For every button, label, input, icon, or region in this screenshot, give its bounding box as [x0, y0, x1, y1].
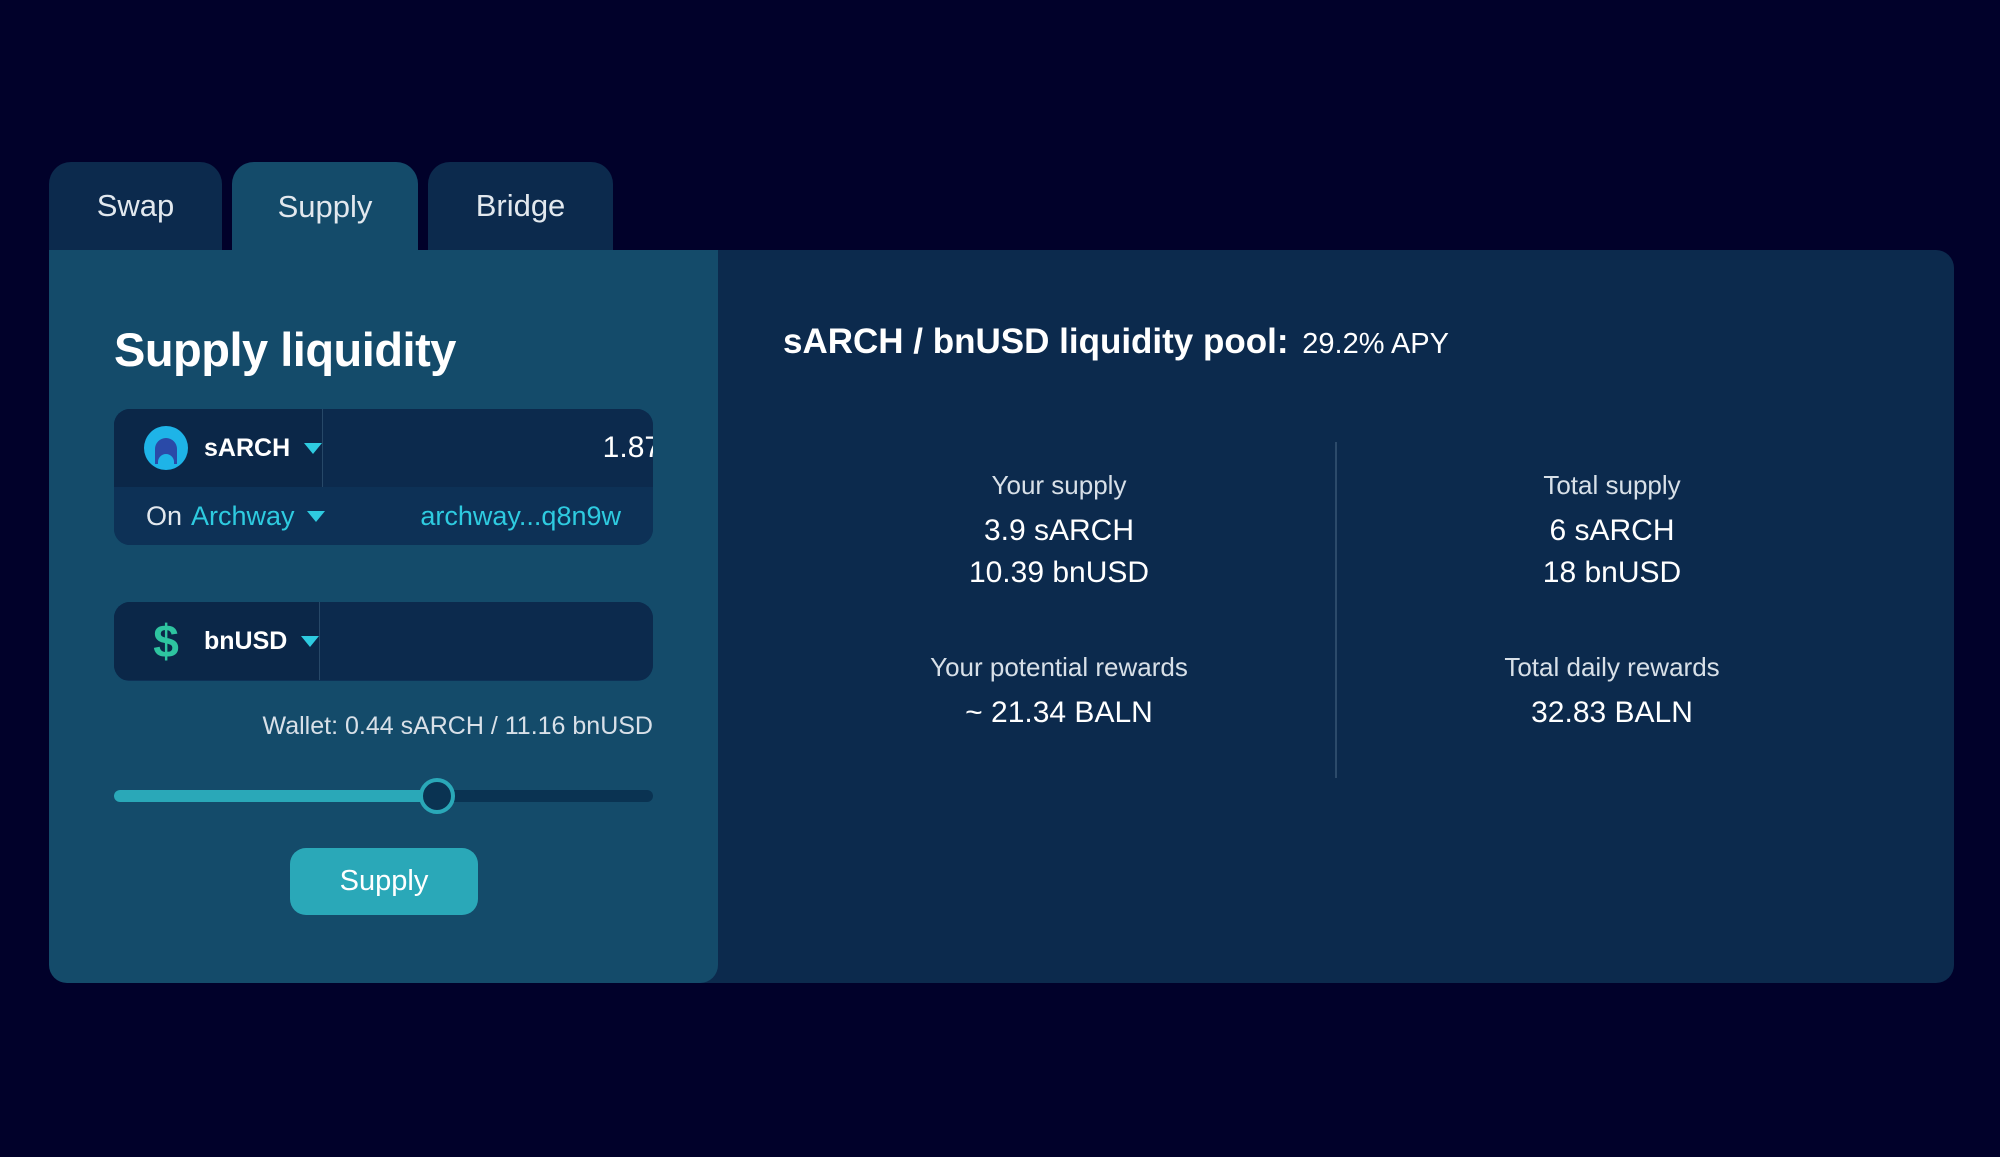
your-rewards-value: ~ 21.34 BALN [965, 696, 1153, 729]
tab-supply-label: Supply [277, 189, 373, 224]
pool-title: sARCH / bnUSD liquidity pool: 29.2% APY [783, 322, 1449, 362]
network-prefix: On [146, 500, 183, 531]
tab-swap-label: Swap [96, 188, 175, 223]
token-b-selector[interactable]: $ bnUSD [114, 602, 321, 680]
supply-panel: Supply liquidity sARCH On Archway archwa… [49, 250, 718, 983]
app-root: Swap Supply Bridge sARCH / bnUSD liquidi… [0, 0, 2000, 1157]
slider-thumb[interactable] [419, 778, 456, 814]
token-a-amount-input[interactable] [323, 409, 653, 488]
tab-supply[interactable]: Supply [232, 162, 418, 252]
your-rewards-label: Your potential rewards [930, 652, 1188, 682]
chevron-down-icon [304, 442, 323, 454]
total-supply-bnusd: 18 bnUSD [1542, 556, 1682, 589]
sarch-token-icon [144, 426, 188, 470]
your-supply-bnusd: 10.39 bnUSD [968, 556, 1150, 589]
supply-title: Supply liquidity [114, 323, 456, 376]
token-a-input-group: sARCH On Archway archway...q8n9w [114, 409, 653, 545]
token-a-symbol: sARCH [204, 433, 291, 462]
dollar-icon: $ [153, 615, 179, 667]
pool-apy: 29.2% APY [1302, 328, 1449, 360]
column-divider [1335, 442, 1337, 778]
total-stats-column: Total supply 6 sARCH 18 bnUSD Total dail… [1402, 470, 1822, 734]
wallet-balance: Wallet: 0.44 sARCH / 11.16 bnUSD [262, 712, 653, 740]
pool-info-panel: sARCH / bnUSD liquidity pool: 29.2% APY … [700, 250, 1954, 983]
network-chevron-down-icon[interactable] [306, 510, 325, 522]
tab-swap[interactable]: Swap [49, 162, 222, 250]
supply-button[interactable]: Supply [290, 848, 478, 915]
token-b-amount-input[interactable] [320, 602, 653, 681]
total-supply-sarch: 6 sARCH [1549, 514, 1675, 547]
token-a-selector[interactable]: sARCH [114, 409, 324, 487]
your-supply-label: Your supply [991, 470, 1127, 500]
token-b-symbol: bnUSD [204, 626, 288, 655]
tab-bridge[interactable]: Bridge [428, 162, 613, 250]
chevron-down-icon [301, 635, 320, 647]
your-supply-sarch: 3.9 sARCH [983, 514, 1135, 547]
slider-fill [114, 790, 438, 802]
pool-name: sARCH / bnUSD liquidity pool: [783, 322, 1289, 361]
total-supply-label: Total supply [1543, 470, 1681, 500]
network-selector[interactable]: Archway [191, 501, 295, 532]
total-rewards-label: Total daily rewards [1504, 652, 1720, 682]
supply-amount-slider[interactable] [114, 778, 653, 814]
wallet-address-link[interactable]: archway...q8n9w [420, 501, 621, 532]
your-stats-column: Your supply 3.9 sARCH 10.39 bnUSD Your p… [849, 470, 1269, 734]
total-rewards-value: 32.83 BALN [1531, 696, 1693, 729]
token-b-input-group: $ bnUSD [114, 602, 653, 681]
tab-bridge-label: Bridge [475, 188, 566, 223]
